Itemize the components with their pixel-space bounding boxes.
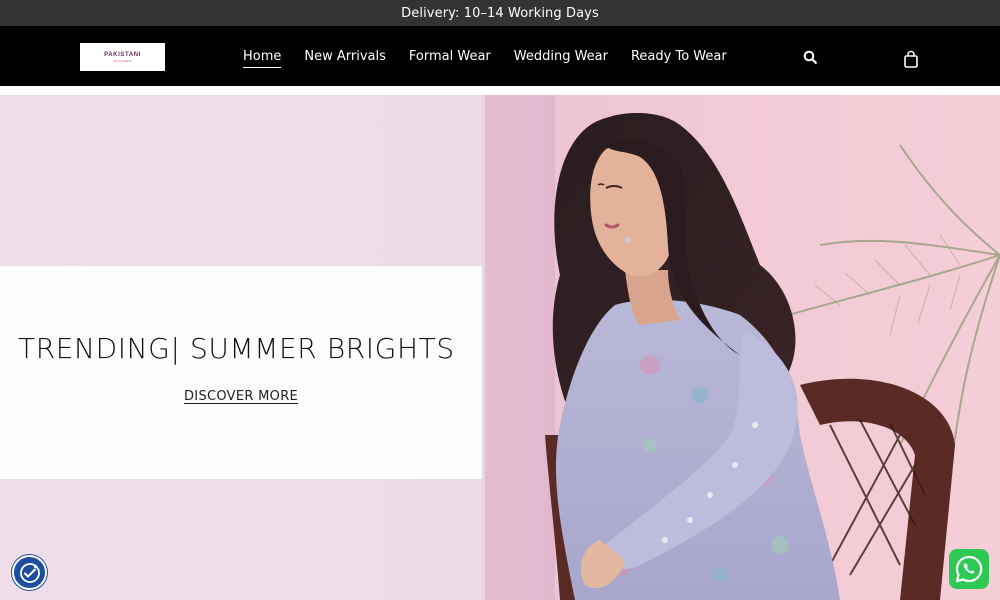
accessibility-button[interactable]: [12, 555, 47, 590]
nav-item-home[interactable]: Home: [243, 49, 282, 68]
whatsapp-icon: [955, 555, 983, 583]
nav-item-formal-wear[interactable]: Formal Wear: [409, 49, 491, 64]
site-header: PAKISTANI CLOTHES Home New Arrivals Form…: [0, 26, 1000, 86]
header-divider: [0, 86, 1000, 95]
search-icon[interactable]: [803, 50, 817, 64]
logo-subtext: CLOTHES: [113, 58, 132, 63]
main-nav: Home New Arrivals Formal Wear Wedding We…: [243, 26, 750, 86]
shopping-bag-icon[interactable]: [903, 50, 919, 68]
whatsapp-button[interactable]: [949, 549, 989, 589]
nav-item-ready-to-wear[interactable]: Ready To Wear: [631, 49, 727, 64]
accessibility-icon: [19, 562, 40, 583]
hero-text-card: TRENDING| SUMMER BRIGHTS DISCOVER MORE: [0, 266, 482, 479]
announcement-bar: Delivery: 10–14 Working Days: [0, 0, 1000, 26]
discover-more-link[interactable]: DISCOVER MORE: [184, 389, 298, 404]
hero-banner[interactable]: TRENDING| SUMMER BRIGHTS DISCOVER MORE: [0, 95, 1000, 600]
nav-item-new-arrivals[interactable]: New Arrivals: [304, 49, 386, 64]
nav-item-wedding-wear[interactable]: Wedding Wear: [514, 49, 608, 64]
announcement-text: Delivery: 10–14 Working Days: [401, 5, 599, 21]
site-logo[interactable]: PAKISTANI CLOTHES: [80, 43, 165, 71]
logo-text: PAKISTANI: [104, 51, 141, 58]
hero-title: TRENDING| SUMMER BRIGHTS: [18, 332, 455, 365]
